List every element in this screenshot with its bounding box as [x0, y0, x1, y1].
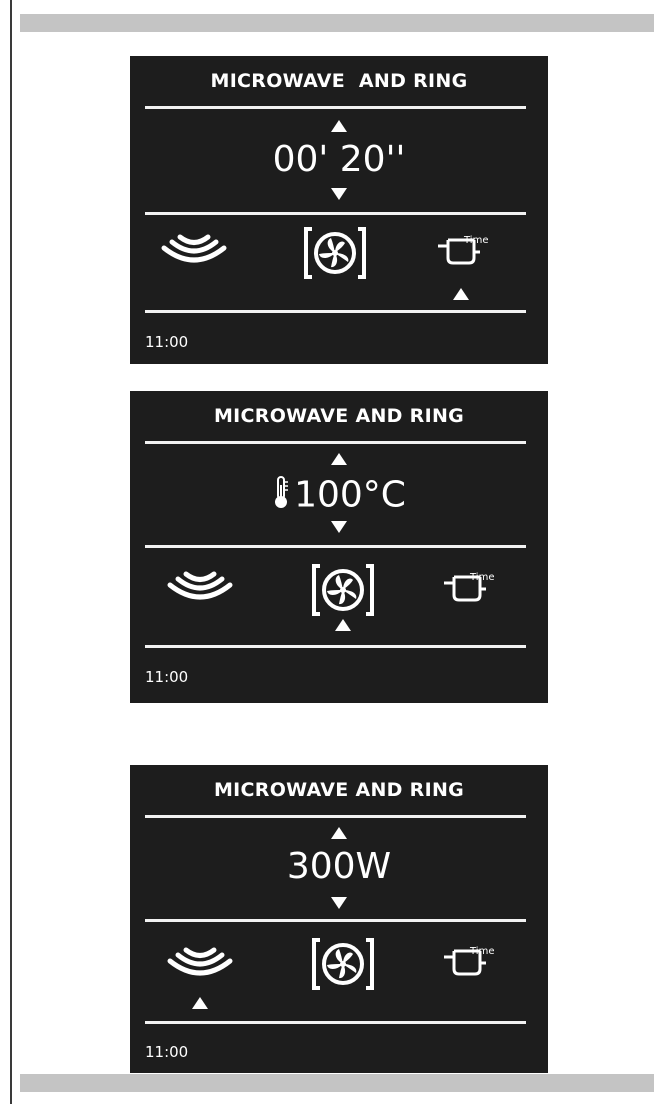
top-divider-bar — [20, 14, 654, 32]
increase-arrow[interactable] — [331, 120, 347, 132]
display-panel-time: MICROWAVE AND RING 00' 20'' Time 11:00 — [130, 56, 548, 364]
decrease-arrow[interactable] — [331, 188, 347, 200]
divider-line — [145, 212, 526, 215]
setting-value: 00' 20'' — [272, 139, 406, 180]
increase-arrow[interactable] — [331, 827, 347, 839]
setting-value: 100°C — [294, 474, 406, 516]
pot-time-icon[interactable]: Time — [442, 569, 498, 603]
bottom-divider-bar — [20, 1074, 654, 1092]
time-label: Time — [469, 572, 494, 583]
divider-line — [145, 645, 526, 648]
selection-indicator — [192, 997, 208, 1009]
divider-line — [145, 1021, 526, 1024]
increase-arrow[interactable] — [331, 453, 347, 465]
divider-line — [145, 441, 526, 444]
divider-line — [145, 310, 526, 313]
decrease-arrow[interactable] — [331, 521, 347, 533]
divider-line — [145, 545, 526, 548]
panel-title: MICROWAVE AND RING — [210, 70, 468, 92]
clock-display: 11:00 — [145, 668, 189, 686]
time-label: Time — [469, 946, 494, 957]
ring-fan-icon[interactable] — [310, 563, 376, 617]
selection-indicator — [453, 288, 469, 300]
setting-value: 300W — [286, 846, 392, 887]
panel-title: MICROWAVE AND RING — [213, 405, 465, 427]
pot-time-icon[interactable]: Time — [442, 943, 498, 977]
time-label: Time — [463, 235, 488, 246]
ring-fan-icon[interactable] — [302, 226, 368, 280]
decrease-arrow[interactable] — [331, 897, 347, 909]
left-margin-rule — [10, 0, 12, 1104]
selection-indicator — [335, 619, 351, 631]
panel-title: MICROWAVE AND RING — [213, 779, 465, 801]
pot-time-icon[interactable]: Time — [436, 232, 492, 266]
thermometer-icon — [272, 475, 290, 518]
microwave-waves-icon[interactable] — [164, 947, 236, 983]
ring-fan-icon[interactable] — [310, 937, 376, 991]
microwave-waves-icon[interactable] — [158, 234, 230, 270]
clock-display: 11:00 — [145, 1043, 189, 1061]
divider-line — [145, 106, 526, 109]
display-panel-power: MICROWAVE AND RING 300W Time 11:00 — [130, 765, 548, 1073]
divider-line — [145, 815, 526, 818]
divider-line — [145, 919, 526, 922]
clock-display: 11:00 — [145, 333, 189, 351]
display-panel-temperature: MICROWAVE AND RING 100°C Time 11:00 — [130, 391, 548, 703]
microwave-waves-icon[interactable] — [164, 571, 236, 607]
setting-value-row: 100°C — [130, 475, 548, 518]
